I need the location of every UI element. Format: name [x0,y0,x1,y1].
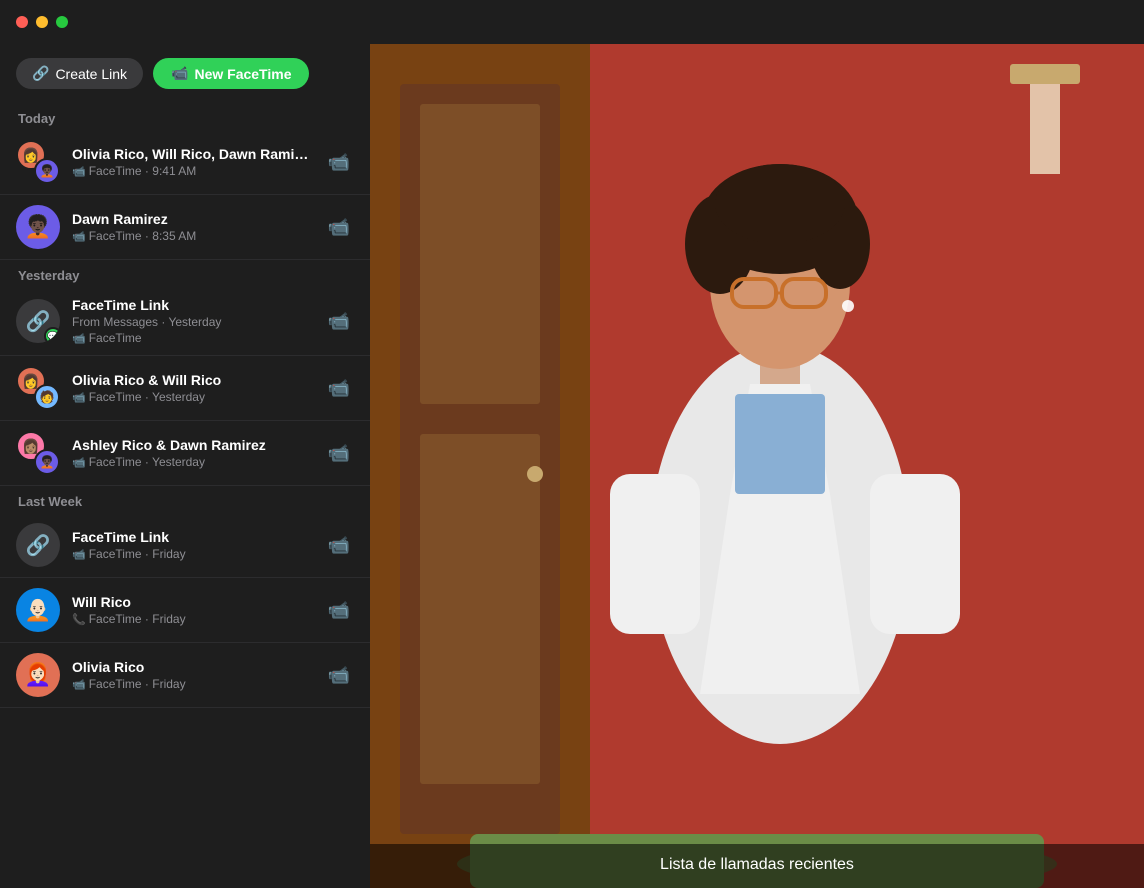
scene-svg [370,44,1144,888]
video-icon: 📹 [72,165,86,178]
caption-text: Lista de llamadas recientes [660,856,854,873]
minimize-button[interactable] [36,16,48,28]
video-icon: 📹 [72,391,86,404]
call-sub: From Messages · Yesterday [72,315,312,329]
video-icon: 📹 [72,678,86,691]
photo-background: Lista de llamadas recientes [370,44,1144,888]
call-info-yest-1: FaceTime Link From Messages · Yesterday … [72,297,312,345]
new-facetime-button[interactable]: 📹 New FaceTime [153,58,309,89]
section-header-lastweek: Last Week [0,486,370,513]
video-icon: 📹 [72,332,86,345]
call-sub: 📹 FaceTime · 9:41 AM [72,164,312,178]
video-icon: 📹 [72,230,86,243]
photo-area: Lista de llamadas recientes [370,44,1144,888]
call-info-week-3: Olivia Rico 📹 FaceTime · Friday [72,659,312,691]
avatar-dawn: 🧑🏿‍🦱 [34,158,60,184]
call-info-week-1: FaceTime Link 📹 FaceTime · Friday [72,529,312,561]
message-badge: 💬 [44,327,60,343]
call-sub-text: FaceTime · Friday [89,677,186,691]
call-sub-text: From Messages · Yesterday [72,315,221,329]
call-item-week-3[interactable]: 👩🏻‍🦰 Olivia Rico 📹 FaceTime · Friday 📹 [0,643,370,708]
video-icon: 📹 [72,456,86,469]
call-sub-text: FaceTime · 9:41 AM [89,164,197,178]
call-name: Olivia Rico, Will Rico, Dawn Rami… [72,146,312,162]
create-link-button[interactable]: 🔗 Create Link [16,58,143,89]
call-sub: 📹 FaceTime · Friday [72,547,312,561]
section-header-today: Today [0,103,370,130]
create-link-label: Create Link [55,66,127,82]
call-video-button[interactable]: 📹 [324,213,354,242]
call-name: Dawn Ramirez [72,211,312,227]
avatar-will-yest: 🧑 [34,384,60,410]
video-icon: 📹 [72,548,86,561]
call-sub-extra: 📹 FaceTime [72,331,312,345]
call-name: Olivia Rico [72,659,312,675]
call-item-yest-2[interactable]: 👩 🧑 Olivia Rico & Will Rico 📹 FaceTime ·… [0,356,370,421]
call-sub-text: FaceTime · 8:35 AM [89,229,197,243]
call-name: Olivia Rico & Will Rico [72,372,312,388]
caption-bar: Lista de llamadas recientes [370,844,1144,888]
avatar-dawn-yest: 🧑🏿‍🦱 [34,449,60,475]
call-item-yest-3[interactable]: 👩🏽 🧑🏿‍🦱 Ashley Rico & Dawn Ramirez 📹 Fac… [0,421,370,486]
call-sub: 📹 FaceTime · Yesterday [72,455,312,469]
call-info-today-2: Dawn Ramirez 📹 FaceTime · 8:35 AM [72,211,312,243]
call-sub: 📹 FaceTime · Yesterday [72,390,312,404]
avatar-dawn-ramirez: 🧑🏿‍🦱 [16,205,60,249]
call-info-today-1: Olivia Rico, Will Rico, Dawn Rami… 📹 Fac… [72,146,312,178]
call-sub-text: FaceTime · Yesterday [89,390,205,404]
call-item-today-1[interactable]: 👩 🧑🏿‍🦱 Olivia Rico, Will Rico, Dawn Rami… [0,130,370,195]
avatar-stack-yest-3: 👩🏽 🧑🏿‍🦱 [16,431,60,475]
call-name: Will Rico [72,594,312,610]
avatar-stack-today-1: 👩 🧑🏿‍🦱 [16,140,60,184]
sidebar: 🔗 Create Link 📹 New FaceTime Today 👩 🧑🏿‍… [0,44,370,888]
toolbar: 🔗 Create Link 📹 New FaceTime [0,44,370,103]
avatar-olivia-week: 👩🏻‍🦰 [16,653,60,697]
call-item-week-2[interactable]: 🧑🏻‍🦲 Will Rico 📞 FaceTime · Friday 📹 [0,578,370,643]
traffic-lights [16,16,68,28]
call-video-button[interactable]: 📹 [324,596,354,625]
call-sub-text: FaceTime · Friday [89,612,186,626]
avatar-stack-yest-2: 👩 🧑 [16,366,60,410]
call-name: Ashley Rico & Dawn Ramirez [72,437,312,453]
title-bar [0,0,1144,44]
maximize-button[interactable] [56,16,68,28]
avatar-link-week1: 🔗 [16,523,60,567]
call-item-yest-1[interactable]: 🔗 💬 FaceTime Link From Messages · Yester… [0,287,370,356]
link-icon: 🔗 [32,65,49,82]
call-item-today-2[interactable]: 🧑🏿‍🦱 Dawn Ramirez 📹 FaceTime · 8:35 AM 📹 [0,195,370,260]
call-video-button[interactable]: 📹 [324,439,354,468]
call-item-week-1[interactable]: 🔗 FaceTime Link 📹 FaceTime · Friday 📹 [0,513,370,578]
call-video-button[interactable]: 📹 [324,531,354,560]
call-video-button[interactable]: 📹 [324,374,354,403]
avatar-link-yest1: 🔗 💬 [16,299,60,343]
call-video-button[interactable]: 📹 [324,307,354,336]
video-camera-icon: 📹 [171,65,188,82]
call-sub2-text: FaceTime [89,331,142,345]
call-info-week-2: Will Rico 📞 FaceTime · Friday [72,594,312,626]
main-container: 🔗 Create Link 📹 New FaceTime Today 👩 🧑🏿‍… [0,44,1144,888]
call-sub: 📹 FaceTime · Friday [72,677,312,691]
call-sub: 📞 FaceTime · Friday [72,612,312,626]
call-name: FaceTime Link [72,529,312,545]
new-facetime-label: New FaceTime [194,66,291,82]
call-name: FaceTime Link [72,297,312,313]
call-video-button[interactable]: 📹 [324,661,354,690]
call-sub-text: FaceTime · Yesterday [89,455,205,469]
call-sub-text: FaceTime · Friday [89,547,186,561]
close-button[interactable] [16,16,28,28]
section-header-yesterday: Yesterday [0,260,370,287]
call-video-button[interactable]: 📹 [324,148,354,177]
call-info-yest-3: Ashley Rico & Dawn Ramirez 📹 FaceTime · … [72,437,312,469]
avatar-will-week: 🧑🏻‍🦲 [16,588,60,632]
call-sub: 📹 FaceTime · 8:35 AM [72,229,312,243]
call-info-yest-2: Olivia Rico & Will Rico 📹 FaceTime · Yes… [72,372,312,404]
phone-icon: 📞 [72,613,86,626]
